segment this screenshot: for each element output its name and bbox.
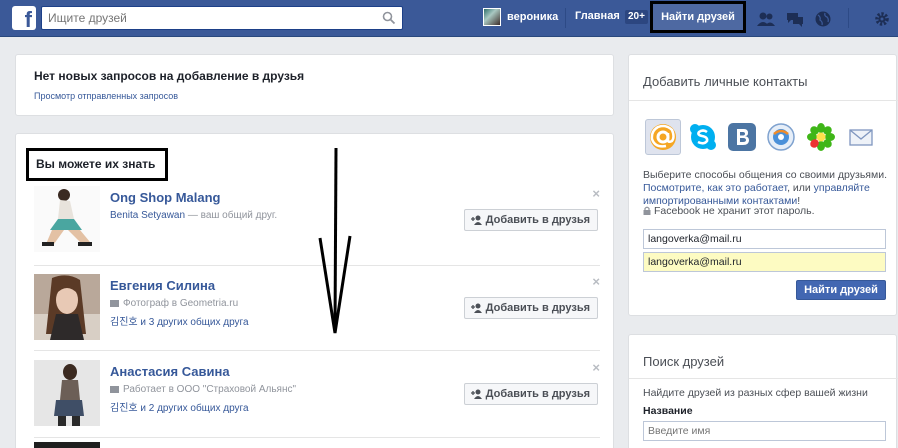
profile-link[interactable]: вероника [483,8,558,26]
email-field[interactable] [643,229,886,249]
name-search-input[interactable] [643,421,886,441]
row-divider [34,437,600,438]
top-navigation-bar: f вероника Главная 20+ Найти друзей [0,0,898,37]
mutual-friend-line: Benita Setyawan — ваш общий друг. [110,210,277,221]
annotation-arrow [318,148,352,334]
people-you-may-know-heading: Вы можете их знать [26,148,168,181]
add-friend-icon [470,389,482,399]
requests-title: Нет новых запросов на добавление в друзь… [34,69,305,83]
divider [629,378,898,379]
contacts-description-text: Выберите способы общения со своими друзь… [643,169,887,181]
briefcase-icon [110,299,119,307]
add-friend-button[interactable]: Добавить в друзья [463,383,598,405]
person-photo[interactable] [34,360,100,426]
add-personal-contacts-card: Добавить личные контакты Выберите способ… [628,54,898,316]
mutual-friend-text: — ваш общий друг. [185,210,278,221]
facebook-logo-icon[interactable]: f [12,6,36,30]
mutual-friends-line: 김진호 и 2 других общих друга [110,399,249,414]
work-info-line: Работает в ООО "Страховой Альянс" [110,384,296,395]
sent-requests-link[interactable]: Просмотр отправленных запросов [34,91,178,101]
email-icon[interactable] [843,119,879,155]
icq-icon[interactable] [803,119,839,155]
skype-icon[interactable] [685,119,721,155]
mutual-friend-link[interactable]: 김진호 [110,403,138,414]
home-notification-badge: 20+ [625,10,648,24]
friend-search-subtitle: Найдите друзей из разных сфер вашей жизн… [643,387,868,399]
vkontakte-icon[interactable] [724,119,760,155]
contact-services-list [643,119,888,155]
nav-divider [565,8,566,28]
password-note: Facebook не хранит этот пароль. [643,205,815,217]
person-photo[interactable] [34,186,100,252]
add-friend-button[interactable]: Добавить в друзья [463,209,598,231]
find-friends-button[interactable]: Найти друзей [796,280,886,300]
suggestion-row: Анастасия Савина Работает в ООО "Страхов… [34,360,600,440]
notifications-globe-icon[interactable] [813,10,833,28]
person-name[interactable]: Евгения Силина [110,278,215,293]
add-friend-icon [470,303,482,313]
friend-search-card: Поиск друзей Найдите друзей из разных сф… [628,334,898,448]
dismiss-suggestion-button[interactable]: × [592,360,600,375]
person-photo[interactable] [34,442,100,448]
work-info-text: Фотограф в Geometria.ru [123,298,239,309]
friend-search-box[interactable] [41,6,403,30]
contacts-description: Выберите способы общения со своими друзь… [643,169,891,208]
search-icon[interactable] [382,11,396,25]
divider [629,100,898,101]
messages-icon[interactable] [785,10,805,28]
friend-search-title: Поиск друзей [643,354,725,369]
home-link[interactable]: Главная [575,10,620,22]
friend-search-input[interactable] [42,7,372,29]
nav-divider [848,8,849,28]
mutual-friends-line: 김진호 и 3 других общих друга [110,313,249,328]
how-it-works-link[interactable]: Посмотрите, как это работает [643,182,787,194]
row-divider [34,350,600,351]
lock-icon [643,206,651,215]
person-name[interactable]: Ong Shop Malang [110,190,221,205]
work-info-line: Фотограф в Geometria.ru [110,298,238,309]
mutual-friend-link[interactable]: 김진호 [110,317,138,328]
contacts-description-text: , или [787,182,814,194]
mutual-friends-count-link[interactable]: и 2 других общих друга [138,403,248,414]
name-field-label: Название [643,405,693,417]
work-info-text: Работает в ООО "Страховой Альянс" [123,384,297,395]
briefcase-icon [110,385,119,393]
mail-ru-icon[interactable] [645,119,681,155]
add-friend-label: Добавить в друзья [485,388,590,400]
friend-requests-icon[interactable] [756,10,776,28]
add-friend-label: Добавить в друзья [485,302,590,314]
avatar [483,8,501,26]
password-note-text: Facebook не хранит этот пароль. [654,205,815,217]
person-name[interactable]: Анастасия Савина [110,364,230,379]
mutual-friend-link[interactable]: Benita Setyawan [110,210,185,221]
windows-live-icon[interactable] [763,119,799,155]
mutual-friends-count-link[interactable]: и 3 других общих друга [138,317,248,328]
profile-name: вероника [507,11,559,23]
person-photo[interactable] [34,274,100,340]
dismiss-suggestion-button[interactable]: × [592,274,600,289]
add-friend-button[interactable]: Добавить в друзья [463,297,598,319]
contacts-title: Добавить личные контакты [643,74,808,89]
settings-gear-icon[interactable] [872,10,892,28]
dismiss-suggestion-button[interactable]: × [592,186,600,201]
add-friend-label: Добавить в друзья [485,214,590,226]
email-autofill-field[interactable] [643,252,886,272]
friend-requests-card: Нет новых запросов на добавление в друзь… [15,54,614,116]
add-friend-icon [470,215,482,225]
find-friends-nav-button[interactable]: Найти друзей [650,1,746,33]
